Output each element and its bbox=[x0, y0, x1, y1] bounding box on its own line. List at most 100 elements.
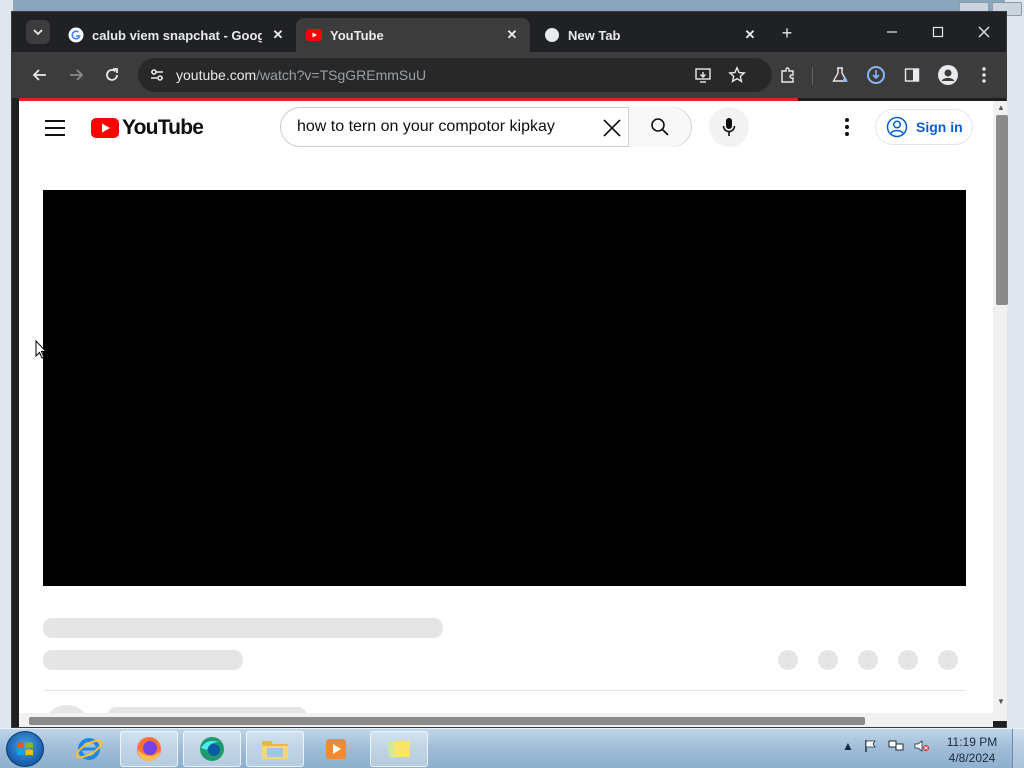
system-tray: ▲ bbox=[842, 739, 930, 753]
tab-title: YouTube bbox=[330, 27, 384, 43]
clock-time: 11:19 PM bbox=[946, 735, 998, 749]
forward-button[interactable] bbox=[64, 63, 88, 87]
section-divider bbox=[43, 690, 966, 691]
taskbar: ▲ 11:19 PM 4/8/2024 bbox=[0, 728, 1024, 768]
edge-icon bbox=[200, 737, 224, 761]
sign-in-label: Sign in bbox=[916, 119, 963, 135]
tab-google-search[interactable]: calub viem snapchat - Google ✕ bbox=[58, 18, 296, 52]
close-tab-icon[interactable]: ✕ bbox=[270, 27, 286, 43]
show-desktop-button[interactable] bbox=[1012, 729, 1024, 768]
background-window-right bbox=[959, 0, 1024, 728]
sign-in-button[interactable]: Sign in bbox=[875, 109, 973, 145]
minimize-icon bbox=[887, 31, 897, 33]
taskbar-file-explorer[interactable] bbox=[246, 731, 304, 767]
start-button[interactable] bbox=[6, 731, 44, 767]
forward-arrow-icon bbox=[70, 69, 84, 81]
tab-strip: calub viem snapchat - Google ✕ YouTube ✕… bbox=[12, 12, 1006, 52]
address-bar[interactable]: youtube.com/watch?v=TSgGREmmSuU bbox=[138, 58, 772, 92]
reload-button[interactable] bbox=[100, 63, 124, 87]
side-panel-icon bbox=[904, 68, 920, 82]
tab-new-tab[interactable]: New Tab ✕ bbox=[534, 18, 768, 52]
action-center-flag-icon[interactable] bbox=[864, 739, 878, 753]
youtube-play-logo-icon bbox=[91, 118, 119, 138]
close-tab-icon[interactable]: ✕ bbox=[504, 27, 520, 43]
network-icon[interactable] bbox=[888, 739, 904, 753]
search-input[interactable]: how to tern on your compotor kipkay bbox=[297, 118, 555, 136]
microphone-icon bbox=[722, 118, 736, 136]
voice-search-button[interactable] bbox=[709, 107, 749, 147]
video-player[interactable] bbox=[43, 190, 966, 586]
side-panel-button[interactable] bbox=[900, 63, 924, 87]
close-tab-icon[interactable]: ✕ bbox=[742, 27, 758, 43]
taskbar-sticky-notes[interactable] bbox=[370, 731, 428, 767]
title-placeholder bbox=[43, 618, 443, 638]
search-box[interactable]: how to tern on your compotor kipkay bbox=[280, 107, 692, 147]
settings-menu-button[interactable] bbox=[837, 115, 857, 139]
scroll-up-arrow-icon[interactable]: ▲ bbox=[997, 103, 1005, 112]
puzzle-icon bbox=[781, 67, 794, 83]
chrome-menu-button[interactable] bbox=[972, 63, 996, 87]
url-path: /watch?v=TSgGREmmSuU bbox=[256, 67, 427, 83]
tab-title: calub viem snapchat - Google bbox=[92, 27, 262, 43]
back-arrow-icon bbox=[32, 69, 46, 81]
globe-icon bbox=[544, 27, 560, 43]
browser-toolbar: youtube.com/watch?v=TSgGREmmSuU bbox=[12, 52, 1006, 98]
close-window-button[interactable] bbox=[970, 20, 998, 44]
volume-muted-icon[interactable] bbox=[914, 739, 930, 753]
site-info-icon[interactable] bbox=[148, 66, 166, 84]
avatar-placeholder bbox=[43, 705, 91, 713]
tab-title: New Tab bbox=[568, 27, 621, 43]
youtube-logo[interactable]: YouTube bbox=[91, 116, 204, 140]
youtube-page: YouTube how to tern on your compotor kip… bbox=[19, 101, 993, 713]
google-g-icon bbox=[68, 27, 84, 43]
vertical-scroll-thumb[interactable] bbox=[996, 115, 1008, 305]
action-placeholder bbox=[778, 650, 798, 670]
taskbar-internet-explorer[interactable] bbox=[60, 731, 118, 767]
clock[interactable]: 11:19 PM 4/8/2024 bbox=[936, 734, 1008, 766]
maximize-icon bbox=[932, 26, 944, 38]
media-player-icon bbox=[326, 739, 346, 759]
firefox-icon bbox=[137, 737, 161, 762]
account-circle-icon bbox=[886, 116, 908, 138]
taskbar-firefox[interactable] bbox=[120, 731, 178, 767]
profile-button[interactable] bbox=[936, 63, 960, 87]
youtube-wordmark: YouTube bbox=[122, 116, 204, 139]
taskbar-edge[interactable] bbox=[183, 731, 241, 767]
install-app-icon[interactable] bbox=[694, 66, 712, 84]
clear-search-icon[interactable] bbox=[601, 117, 623, 139]
internet-explorer-icon bbox=[75, 738, 103, 760]
vertical-scrollbar[interactable]: ▲ ▼ bbox=[993, 101, 1008, 721]
more-vertical-icon bbox=[982, 67, 986, 83]
chevron-down-icon bbox=[33, 29, 43, 36]
show-hidden-icons-icon[interactable]: ▲ bbox=[842, 739, 854, 753]
url-text: youtube.com/watch?v=TSgGREmmSuU bbox=[176, 67, 426, 83]
close-icon bbox=[978, 26, 990, 38]
reload-icon bbox=[106, 68, 118, 81]
profile-avatar-icon bbox=[938, 65, 958, 85]
tab-search-button[interactable] bbox=[26, 20, 50, 44]
tab-youtube[interactable]: YouTube ✕ bbox=[296, 18, 530, 52]
horizontal-scrollbar[interactable] bbox=[19, 713, 993, 727]
toolbar-divider bbox=[812, 67, 813, 85]
url-domain: youtube.com bbox=[176, 67, 257, 83]
guide-menu-button[interactable] bbox=[45, 120, 65, 136]
bookmark-star-icon[interactable] bbox=[728, 66, 746, 84]
scroll-down-arrow-icon[interactable]: ▼ bbox=[997, 697, 1005, 706]
back-button[interactable] bbox=[28, 63, 52, 87]
search-icon bbox=[651, 118, 669, 136]
download-status-button[interactable] bbox=[864, 63, 888, 87]
clock-date: 4/8/2024 bbox=[948, 751, 996, 765]
action-placeholder bbox=[938, 650, 958, 670]
maximize-button[interactable] bbox=[924, 20, 952, 44]
horizontal-scroll-thumb[interactable] bbox=[29, 717, 865, 725]
sticky-notes-icon bbox=[386, 739, 410, 759]
new-tab-button[interactable]: + bbox=[776, 22, 798, 44]
mouse-cursor-icon bbox=[35, 340, 47, 359]
taskbar-media-player[interactable] bbox=[307, 731, 365, 767]
extensions-button[interactable] bbox=[776, 63, 800, 87]
search-button[interactable] bbox=[628, 107, 691, 147]
action-placeholder bbox=[858, 650, 878, 670]
browser-window: calub viem snapchat - Google ✕ YouTube ✕… bbox=[11, 11, 1008, 728]
labs-button[interactable] bbox=[828, 63, 852, 87]
minimize-button[interactable] bbox=[878, 20, 906, 44]
